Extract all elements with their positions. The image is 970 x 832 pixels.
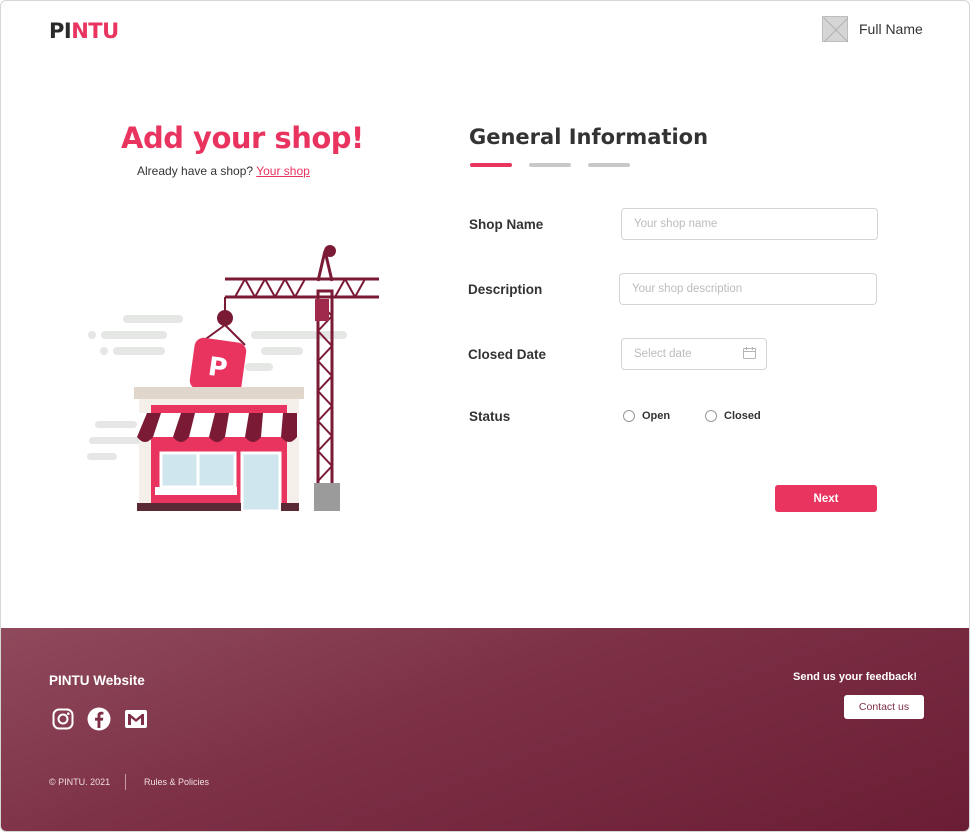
facebook-icon[interactable] <box>87 707 111 731</box>
calendar-icon[interactable] <box>743 347 756 359</box>
contact-us-button[interactable]: Contact us <box>844 695 924 719</box>
mail-icon[interactable] <box>124 707 148 731</box>
status-radio-open[interactable]: Open <box>623 410 670 422</box>
avatar-placeholder-icon <box>823 17 849 43</box>
radio-circle[interactable] <box>705 410 717 422</box>
closed-date-label: Closed Date <box>468 347 547 362</box>
shop-construction-illustration: P <box>87 245 379 513</box>
step-indicator-2 <box>529 163 571 167</box>
description-label: Description <box>468 282 543 297</box>
p-sign: P <box>189 337 247 395</box>
rules-policies-link[interactable]: Rules & Policies <box>144 777 209 787</box>
logo[interactable]: PINTU <box>49 19 119 43</box>
hero-subtitle: Already have a shop? Your shop <box>137 164 310 178</box>
hero-subtitle-text: Already have a shop? <box>137 164 254 178</box>
logo-part-1: PI <box>49 19 72 43</box>
description-input[interactable] <box>619 273 877 305</box>
instagram-icon[interactable] <box>51 707 75 731</box>
next-button[interactable]: Next <box>775 485 877 512</box>
page-frame: PINTU Full Name Add your shop! Already h… <box>0 0 970 832</box>
feedback-text: Send us your feedback! <box>793 671 918 683</box>
footer: PINTU Website Send us your feedback! Con… <box>1 628 969 831</box>
radio-circle[interactable] <box>623 410 635 422</box>
radio-label-closed: Closed <box>724 410 761 422</box>
step-indicator-1 <box>470 163 512 167</box>
avatar[interactable] <box>822 16 849 43</box>
copyright: © PINTU. 2021 <box>49 777 111 787</box>
status-label: Status <box>469 409 511 424</box>
logo-part-2: NTU <box>71 19 119 43</box>
shop-name-input[interactable] <box>621 208 878 240</box>
step-indicator-3 <box>588 163 630 167</box>
radio-label-open: Open <box>642 410 671 422</box>
shop-building <box>134 387 304 513</box>
user-name[interactable]: Full Name <box>859 21 923 37</box>
status-radio-closed[interactable]: Closed <box>705 410 761 422</box>
shop-name-label: Shop Name <box>469 217 544 232</box>
footer-title: PINTU Website <box>49 673 145 688</box>
page-title: Add your shop! <box>121 121 364 155</box>
form-title: General Information <box>469 125 709 149</box>
your-shop-link[interactable]: Your shop <box>256 164 310 178</box>
footer-divider <box>125 774 126 790</box>
